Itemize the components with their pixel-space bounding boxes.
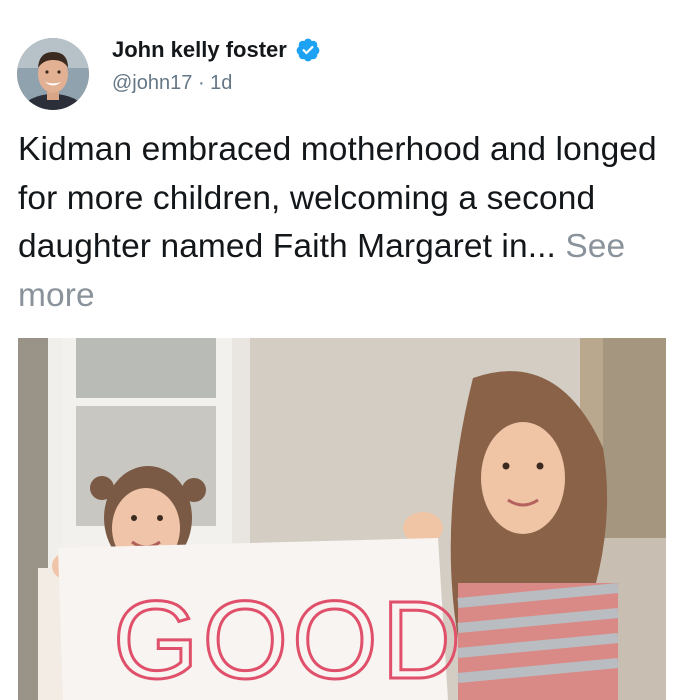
author-handle[interactable]: @john17	[112, 72, 192, 94]
tweet-body: Kidman embraced motherhood and longed fo…	[18, 126, 688, 320]
avatar-image	[17, 38, 89, 110]
tweet-age[interactable]: 1d	[210, 72, 232, 94]
sign-text: GOOD	[113, 579, 465, 700]
avatar[interactable]	[17, 38, 89, 110]
verified-badge-icon	[295, 37, 321, 63]
tweet-photo[interactable]: GOOD	[18, 338, 666, 700]
author-display-name[interactable]: John kelly foster	[112, 37, 287, 63]
photo-illustration: GOOD	[18, 338, 666, 700]
author-row: John kelly foster	[112, 37, 321, 63]
meta-separator: ·	[197, 72, 205, 94]
tweet-text: Kidman embraced motherhood and longed fo…	[18, 131, 657, 265]
author-meta: @john17 · 1d	[112, 72, 232, 95]
